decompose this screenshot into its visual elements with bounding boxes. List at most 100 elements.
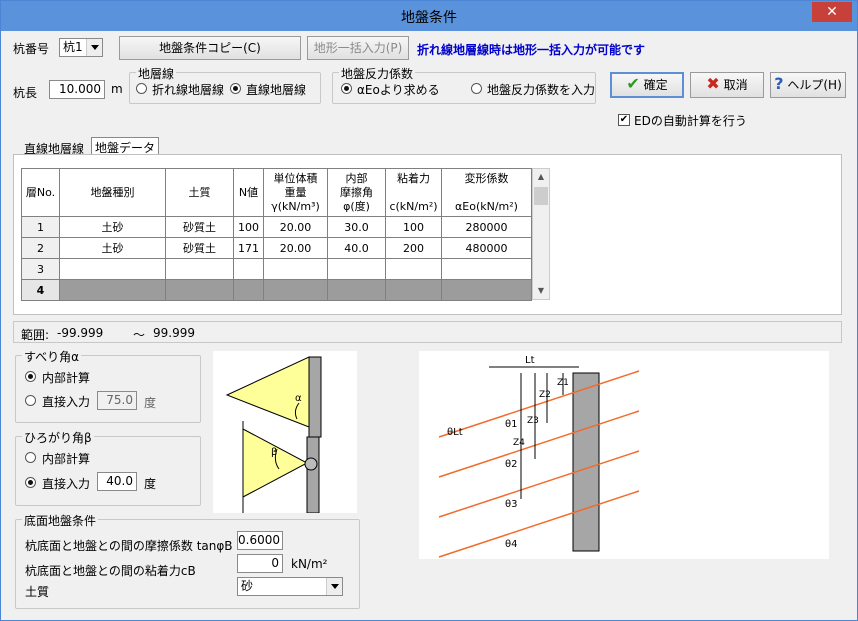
scroll-up-icon[interactable]: ▲ xyxy=(533,169,549,185)
strata-line-4 xyxy=(438,490,640,558)
radio-slide-internal[interactable] xyxy=(25,371,36,382)
z2-label: Z2 xyxy=(539,390,551,400)
cell-soil[interactable] xyxy=(165,258,234,280)
chevron-down-icon xyxy=(86,39,102,56)
slide-angle-group: すべり角α xyxy=(15,348,201,423)
cell-deformation[interactable] xyxy=(441,279,532,301)
cell-cohesion[interactable]: 100 xyxy=(385,216,442,238)
help-label: ヘルプ(H) xyxy=(787,78,842,92)
cancel-button[interactable]: ✖ 取消 xyxy=(690,72,764,98)
table-row[interactable]: 2 土砂 砂質土 171 20.00 40.0 200 480000 xyxy=(21,237,532,259)
cell-ground-type[interactable]: 土砂 xyxy=(59,237,166,259)
question-icon: ? xyxy=(774,74,784,93)
base-friction-label: 杭底面と地盤との間の摩擦係数 tanφB xyxy=(25,539,233,553)
cell-unit-weight[interactable] xyxy=(263,258,328,280)
base-soil-label: 土質 xyxy=(25,585,50,599)
base-cohesion-input[interactable]: 0 xyxy=(237,554,283,573)
cell-ground-type[interactable]: 土砂 xyxy=(59,216,166,238)
angle-diagram-svg: α β xyxy=(225,356,322,514)
ed-auto-checkbox[interactable]: ✔ xyxy=(618,114,630,126)
spread-angle-input[interactable]: 40.0 xyxy=(97,472,137,491)
cell-unit-weight[interactable]: 20.00 xyxy=(263,237,328,259)
scroll-thumb[interactable] xyxy=(534,187,548,205)
base-soil-select[interactable]: 砂 xyxy=(237,577,343,596)
table-scrollbar[interactable]: ▲ ▼ xyxy=(532,168,550,300)
cell-ground-type[interactable] xyxy=(59,258,166,280)
theta3-label: θ3 xyxy=(505,499,517,510)
cell-n-value[interactable]: 171 xyxy=(233,237,264,259)
col-header-n-value: N値 xyxy=(233,168,264,217)
slide-wedge-shape xyxy=(225,356,310,428)
spread-angle-title: ひろがり角β xyxy=(22,429,94,446)
radio-spread-internal[interactable] xyxy=(25,452,36,463)
col-header-soil: 土質 xyxy=(165,168,234,217)
dialog-window: 地盤条件 ✕ 杭番号 杭1 地盤条件コピー(C) 地形一括入力(P) 折れ線地層… xyxy=(0,0,858,621)
ok-button[interactable]: ✔ 確定 xyxy=(610,72,684,98)
radio-alpha-eo-label: αEoより求める xyxy=(357,83,440,97)
table-row[interactable]: 3 xyxy=(21,258,532,280)
spread-angle-group: ひろがり角β xyxy=(15,429,201,506)
ground-data-table: 層No. 地盤種別 土質 N値 単位体積 重量 γ(kN/m³) 内部 摩擦角 … xyxy=(21,168,532,301)
cell-unit-weight[interactable]: 20.00 xyxy=(263,216,328,238)
range-min: -99.999 xyxy=(57,326,104,340)
pile-upper-shape xyxy=(308,356,322,438)
close-button[interactable]: ✕ xyxy=(812,2,852,22)
slide-angle-input[interactable]: 75.0 xyxy=(97,391,137,410)
cell-friction-angle[interactable]: 30.0 xyxy=(327,216,386,238)
chevron-down-icon xyxy=(326,578,342,595)
cell-n-value[interactable] xyxy=(233,279,264,301)
pile-number-select[interactable]: 杭1 xyxy=(59,38,103,57)
radio-straight[interactable] xyxy=(230,83,241,94)
strata-line-3 xyxy=(438,450,640,518)
col-header-friction-angle: 内部 摩擦角 φ(度) xyxy=(327,168,386,217)
beta-label: β xyxy=(271,447,277,458)
cell-deformation[interactable]: 280000 xyxy=(441,216,532,238)
radio-slide-direct[interactable] xyxy=(25,395,36,406)
cell-n-value[interactable] xyxy=(233,258,264,280)
radio-spread-direct[interactable] xyxy=(25,477,36,488)
radio-direct-coef-label: 地盤反力係数を入力 xyxy=(487,83,596,97)
cell-deformation[interactable] xyxy=(441,258,532,280)
cell-n-value[interactable]: 100 xyxy=(233,216,264,238)
scroll-down-icon[interactable]: ▼ xyxy=(533,283,549,299)
radio-slide-direct-label: 直接入力 xyxy=(42,395,91,409)
col-header-unit-weight: 単位体積 重量 γ(kN/m³) xyxy=(263,168,328,217)
theta1-label: θ1 xyxy=(505,419,517,430)
radio-direct-coef[interactable] xyxy=(471,83,482,94)
radio-alpha-eo[interactable] xyxy=(341,83,352,94)
cell-soil[interactable] xyxy=(165,279,234,301)
copy-ground-button[interactable]: 地盤条件コピー(C) xyxy=(119,36,301,60)
pile-shape xyxy=(572,372,600,552)
z3-label: Z3 xyxy=(527,416,539,426)
spread-wedge-shape xyxy=(242,428,309,498)
cell-cohesion[interactable]: 200 xyxy=(385,237,442,259)
base-friction-input[interactable]: 0.6000 xyxy=(237,531,283,550)
theta-lt-label: θLt xyxy=(447,427,463,438)
radio-straight-label: 直線地層線 xyxy=(246,83,307,97)
range-label: 範囲: xyxy=(21,328,50,342)
table-row[interactable]: 1 土砂 砂質土 100 20.00 30.0 100 280000 xyxy=(21,216,532,238)
base-soil-value: 砂 xyxy=(241,579,254,593)
layer-line-title: 地層線 xyxy=(136,65,177,82)
cell-cohesion[interactable] xyxy=(385,258,442,280)
cell-ground-type[interactable] xyxy=(59,279,166,301)
cell-friction-angle[interactable] xyxy=(327,258,386,280)
cell-unit-weight[interactable] xyxy=(263,279,328,301)
table-row[interactable]: 4 xyxy=(21,279,532,301)
cell-soil[interactable]: 砂質土 xyxy=(165,216,234,238)
strata-diagram: Lt Z1 Z2 Z3 Z4 θLt θ1 θ2 θ3 θ4 xyxy=(419,351,829,559)
ed-auto-label: EDの自動計算を行う xyxy=(634,114,747,128)
radio-polyline[interactable] xyxy=(136,83,147,94)
theta4-label: θ4 xyxy=(505,539,517,550)
terrain-input-button[interactable]: 地形一括入力(P) xyxy=(307,36,409,60)
help-button[interactable]: ? ヘルプ(H) xyxy=(770,72,846,98)
cell-deformation[interactable]: 480000 xyxy=(441,237,532,259)
cell-friction-angle[interactable]: 40.0 xyxy=(327,237,386,259)
cell-friction-angle[interactable] xyxy=(327,279,386,301)
cell-soil[interactable]: 砂質土 xyxy=(165,237,234,259)
cell-cohesion[interactable] xyxy=(385,279,442,301)
pile-length-input[interactable]: 10.000 xyxy=(49,80,105,99)
z4-label: Z4 xyxy=(513,438,525,448)
radio-slide-internal-label: 内部計算 xyxy=(42,371,91,385)
radio-spread-direct-label: 直接入力 xyxy=(42,477,91,491)
